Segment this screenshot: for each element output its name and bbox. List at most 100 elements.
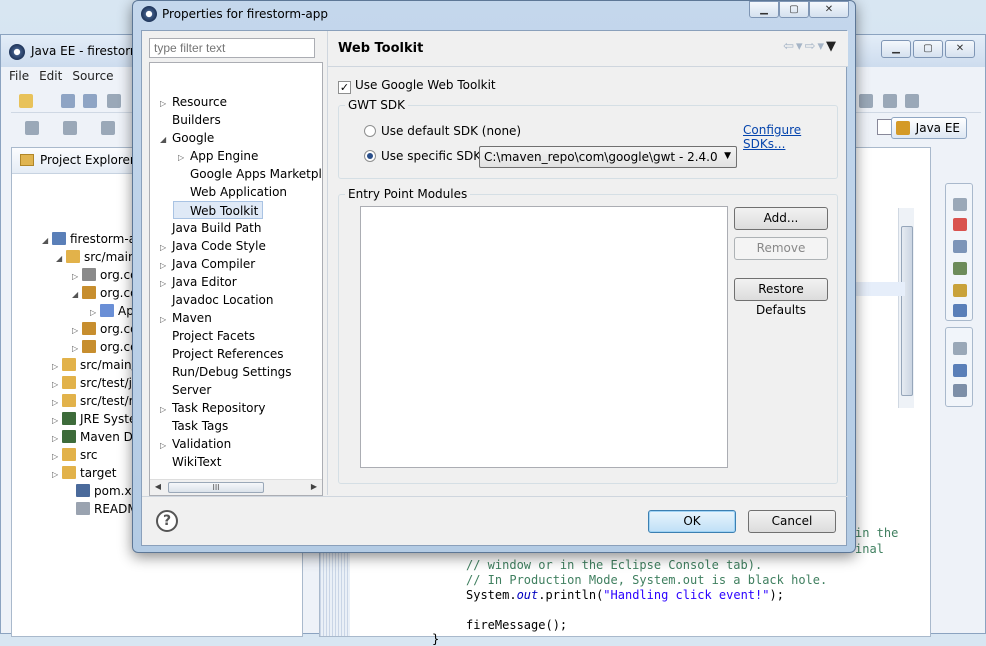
configure-sdks-link[interactable]: Configure SDKs... — [743, 123, 846, 151]
previous-annotation-icon[interactable] — [63, 121, 77, 135]
view-menu-icon[interactable]: ▼ — [826, 39, 838, 54]
collapse-arrow-icon[interactable]: ◢ — [56, 250, 66, 268]
collapse-arrow-icon[interactable]: ◢ — [42, 232, 52, 250]
toolbar-icon[interactable] — [883, 94, 897, 108]
project-tree-item[interactable]: ▷ src — [52, 446, 98, 464]
property-page-item[interactable]: ▷ Maven — [160, 309, 212, 327]
close-icon[interactable]: ✕ — [809, 1, 849, 18]
property-page-item[interactable]: Google Apps Marketpla — [178, 165, 322, 183]
property-page-item[interactable]: ▷ Java Compiler — [160, 255, 255, 273]
property-page-item[interactable]: ▷ Java Editor — [160, 273, 237, 291]
property-page-item[interactable]: Server — [160, 381, 211, 399]
outline-icon[interactable] — [953, 364, 967, 377]
back-icon[interactable] — [101, 121, 115, 135]
minimize-icon[interactable]: ▁ — [749, 1, 779, 18]
maximize-icon[interactable]: ▢ — [913, 40, 943, 58]
splitter[interactable] — [327, 31, 328, 495]
default-sdk-radio-row[interactable]: Use default SDK (none) — [364, 123, 521, 139]
add-button[interactable]: Add... — [734, 207, 828, 230]
project-tree-item[interactable]: ◢ src/main/ — [56, 248, 140, 266]
tree-node-icon — [62, 448, 76, 461]
save-icon[interactable] — [61, 94, 75, 108]
project-tree-item[interactable]: ▷ org.co — [72, 338, 137, 356]
restore-icon[interactable] — [953, 342, 967, 355]
property-page-item[interactable]: Task Tags — [160, 417, 228, 435]
property-page-item[interactable]: ◢ Google — [160, 129, 214, 147]
property-page-label: Java Editor — [172, 275, 237, 289]
property-page-item[interactable]: Web Toolkit — [173, 201, 264, 219]
project-tree-item[interactable]: ◢ org.co — [72, 284, 137, 302]
project-tree-item[interactable]: ▷ target — [52, 464, 117, 482]
project-tree-item[interactable]: ▷ org.co — [72, 320, 137, 338]
project-tree-item[interactable]: ▷ src/test/j — [52, 374, 132, 392]
editor-scroll-thumb[interactable] — [901, 226, 913, 396]
toolbar-icon[interactable] — [905, 94, 919, 108]
menu-file[interactable]: File — [9, 69, 29, 87]
maximize-icon[interactable]: ▢ — [779, 1, 809, 18]
collapse-arrow-icon[interactable]: ◢ — [160, 131, 172, 149]
property-page-item[interactable]: ▷ Java Code Style — [160, 237, 266, 255]
tree-horizontal-scrollbar[interactable]: ◀ III ▶ — [150, 479, 322, 495]
java-ee-perspective-button[interactable]: Java EE — [890, 117, 967, 139]
property-page-item[interactable]: Javadoc Location — [160, 291, 273, 309]
close-icon[interactable]: ✕ — [945, 40, 975, 58]
use-gwt-checkbox[interactable]: ✓ — [338, 81, 351, 94]
servers-icon[interactable] — [953, 262, 967, 275]
markers-icon[interactable] — [953, 218, 967, 231]
scroll-thumb[interactable]: III — [168, 482, 264, 493]
property-page-item[interactable]: ▷ App Engine — [178, 147, 258, 165]
entry-point-list[interactable] — [360, 206, 728, 468]
project-tree-item[interactable]: ▷ src/main/ — [52, 356, 136, 374]
editor-scrollbar[interactable] — [898, 208, 914, 408]
ok-button[interactable]: OK — [648, 510, 736, 533]
filter-input[interactable] — [149, 38, 315, 58]
property-page-item[interactable]: WikiText — [160, 453, 222, 471]
collapse-arrow-icon[interactable]: ◢ — [72, 286, 82, 304]
property-page-item[interactable]: Builders — [160, 111, 221, 129]
scroll-right-icon[interactable]: ▶ — [308, 482, 320, 491]
property-page-item[interactable]: ▷ Validation — [160, 435, 231, 453]
property-page-item[interactable]: Run/Debug Settings — [160, 363, 292, 381]
property-page-item[interactable]: Project References — [160, 345, 284, 363]
expand-arrow-icon[interactable]: ▷ — [52, 466, 62, 484]
minimize-icon[interactable]: ▁ — [881, 40, 911, 58]
remove-button[interactable]: Remove — [734, 237, 828, 260]
forward-menu-icon[interactable]: ▾ — [817, 39, 826, 54]
property-page-item[interactable]: Java Build Path — [160, 219, 261, 237]
project-tree-item[interactable]: ▷ JRE Syster — [52, 410, 141, 428]
help-icon[interactable]: ? — [156, 510, 178, 532]
print-icon[interactable] — [107, 94, 121, 108]
snippets-icon[interactable] — [953, 304, 967, 317]
page-title: Web Toolkit — [338, 41, 424, 56]
property-page-item[interactable]: Project Facets — [160, 327, 255, 345]
property-page-item[interactable]: ▷ Resource — [160, 93, 227, 111]
task-list-icon[interactable] — [953, 384, 967, 397]
property-page-item[interactable]: Web Application — [178, 183, 287, 201]
project-tree-item[interactable]: ▷ org.co — [72, 266, 137, 284]
back-menu-icon[interactable]: ▾ — [796, 39, 805, 54]
cancel-button[interactable]: Cancel — [748, 510, 836, 533]
menu-source[interactable]: Source — [72, 69, 113, 87]
back-arrow-icon[interactable]: ⇦ — [783, 39, 796, 54]
specific-sdk-radio-row[interactable]: Use specific SDK: — [364, 148, 485, 164]
use-gwt-checkbox-row[interactable]: ✓ Use Google Web Toolkit — [338, 77, 496, 94]
property-page-item[interactable]: ▷ Task Repository — [160, 399, 266, 417]
project-tree-item[interactable]: ▷ src/test/r — [52, 392, 134, 410]
toolbar-icon[interactable] — [859, 94, 873, 108]
default-sdk-radio[interactable] — [364, 125, 376, 137]
project-tree-item[interactable]: ▷ Ap — [90, 302, 134, 320]
next-annotation-icon[interactable] — [25, 121, 39, 135]
menu-edit[interactable]: Edit — [39, 69, 62, 87]
new-icon[interactable] — [19, 94, 33, 108]
properties-icon[interactable] — [953, 240, 967, 253]
restore-defaults-button[interactable]: Restore Defaults — [734, 278, 828, 317]
specific-sdk-radio[interactable] — [364, 150, 376, 162]
restore-icon[interactable] — [953, 198, 967, 211]
sdk-select[interactable]: C:\maven_repo\com\google\gwt - 2.4.0 ▼ — [479, 146, 737, 168]
data-source-icon[interactable] — [953, 284, 967, 297]
forward-arrow-icon[interactable]: ⇨ — [805, 39, 818, 54]
project-tree-item[interactable]: ▷ Maven De — [52, 428, 140, 446]
save-all-icon[interactable] — [83, 94, 97, 108]
scroll-left-icon[interactable]: ◀ — [152, 482, 164, 491]
page-header: Web Toolkit ⇦▾⇨▾▼ — [328, 31, 848, 67]
